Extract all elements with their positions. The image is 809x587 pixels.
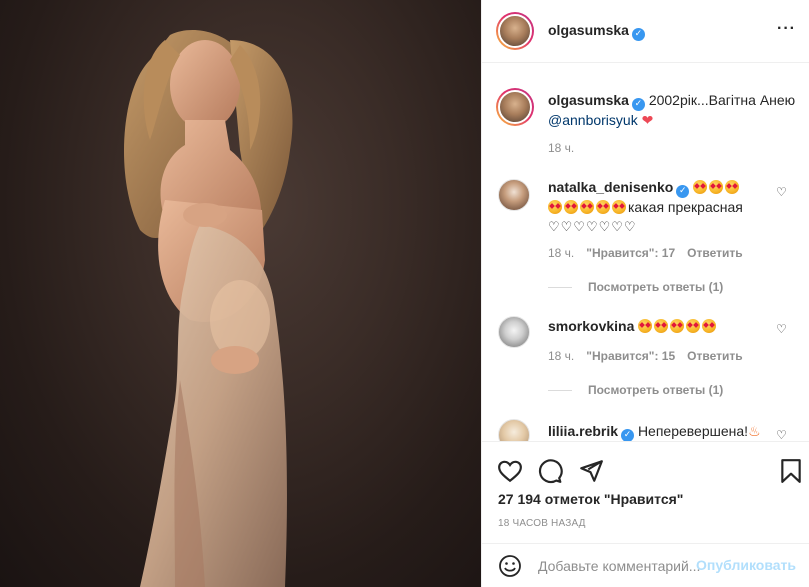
verified-icon: ✓ <box>621 429 635 441</box>
commenter-avatar[interactable] <box>498 316 530 348</box>
author-username[interactable]: olgasumska <box>548 22 629 38</box>
comments-list: olgasumska ✓ 2002рік...Вагітна Анею @annb… <box>482 64 809 441</box>
commenter-avatar[interactable] <box>498 419 530 441</box>
caption: olgasumska ✓ 2002рік...Вагітна Анею @annb… <box>548 91 798 131</box>
divider-line <box>548 287 572 289</box>
view-replies-button[interactable]: Посмотреть ответы (1) <box>548 383 723 397</box>
bookmark-icon[interactable] <box>778 458 804 484</box>
comment-username[interactable]: liliia.rebrik <box>548 423 618 439</box>
photo-illustration <box>123 30 293 587</box>
view-replies-label: Посмотреть ответы (1) <box>588 383 724 397</box>
divider-line <box>548 390 572 392</box>
comment-meta: 18 ч. "Нравится": 15 Ответить <box>548 349 743 363</box>
author-name-row: olgasumska ✓ <box>548 22 645 41</box>
comment-time[interactable]: 18 ч. <box>548 246 574 260</box>
share-icon[interactable] <box>578 458 604 484</box>
comment-like-icon[interactable]: ♡ <box>776 185 787 199</box>
verified-icon: ✓ <box>631 28 645 41</box>
commenter-avatar[interactable] <box>498 179 530 211</box>
comment-like-icon[interactable]: ♡ <box>776 428 787 441</box>
caption-mention[interactable]: @annborisyuk <box>548 112 638 128</box>
hearts-text: ♡♡♡♡♡♡♡ <box>548 220 637 235</box>
likes-count[interactable]: 27 194 отметок "Нравится" <box>498 491 683 507</box>
comment-like-icon[interactable]: ♡ <box>776 322 787 336</box>
post-dialog: olgasumska ✓ ··· olgasumska ✓ 2002рік...Ва… <box>0 0 809 587</box>
comment-2: smorkovkina <box>548 317 768 336</box>
post-photo[interactable] <box>0 0 481 587</box>
post-sidebar: olgasumska ✓ ··· olgasumska ✓ 2002рік...Ва… <box>481 0 809 587</box>
caption-text: 2002рік...Вагітна Анею <box>648 92 796 108</box>
emoji-group <box>693 179 741 195</box>
red-heart-icon: ❤ <box>641 113 654 129</box>
emoji-group <box>548 199 628 215</box>
post-time-ago[interactable]: 18 ЧАСОВ НАЗАД <box>498 518 586 529</box>
comment-likes[interactable]: "Нравится": 17 <box>586 246 675 260</box>
view-replies-label: Посмотреть ответы (1) <box>588 280 724 294</box>
reply-button[interactable]: Ответить <box>687 349 742 363</box>
comment-1: natalka_denisenko ✓ какая прекрасная ♡♡♡♡… <box>548 178 768 237</box>
add-comment-bar: Опубликовать <box>482 543 809 587</box>
comment-text: какая прекрасная <box>628 199 743 215</box>
caption-author-avatar[interactable] <box>496 88 534 126</box>
heart-icon[interactable] <box>497 458 523 484</box>
comment-username[interactable]: smorkovkina <box>548 318 634 334</box>
comment-input[interactable] <box>538 556 708 576</box>
comment-time[interactable]: 18 ч. <box>548 349 574 363</box>
comment-meta: 18 ч. "Нравится": 17 Ответить <box>548 246 743 260</box>
view-replies-button[interactable]: Посмотреть ответы (1) <box>548 280 723 294</box>
author-avatar[interactable] <box>496 12 534 50</box>
emoji-group <box>638 318 718 334</box>
emoji-icon[interactable] <box>498 554 522 578</box>
comment-icon[interactable] <box>537 458 563 484</box>
reply-button[interactable]: Ответить <box>687 246 742 260</box>
caption-username[interactable]: olgasumska <box>548 92 629 108</box>
more-options-icon[interactable]: ··· <box>777 20 796 38</box>
post-header: olgasumska ✓ ··· <box>482 0 809 63</box>
caption-time[interactable]: 18 ч. <box>548 141 574 155</box>
comment-username[interactable]: natalka_denisenko <box>548 179 673 195</box>
fire-icon: ♨ <box>748 424 761 440</box>
publish-button[interactable]: Опубликовать <box>696 557 796 573</box>
comment-text: Неперевершена! <box>637 423 749 439</box>
comment-3: liliia.rebrik ✓ Неперевершена!♨ <box>548 422 768 441</box>
comment-likes[interactable]: "Нравится": 15 <box>586 349 675 363</box>
verified-icon: ✓ <box>676 185 690 198</box>
verified-icon: ✓ <box>631 98 645 111</box>
